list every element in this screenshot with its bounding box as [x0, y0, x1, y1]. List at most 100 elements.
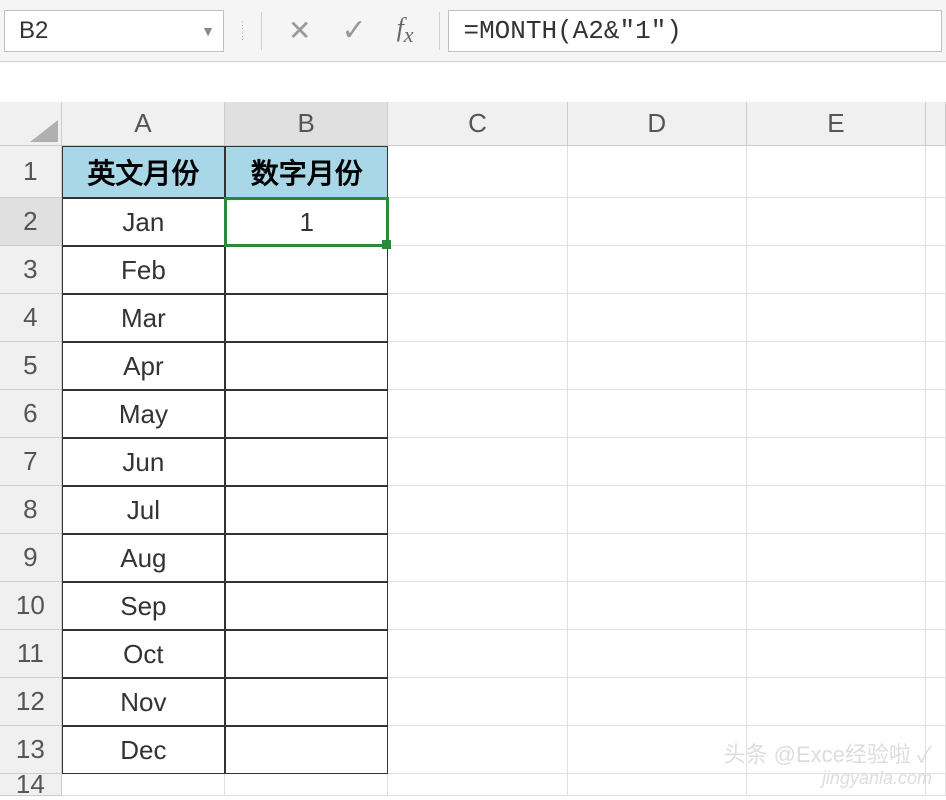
cell-B4[interactable] [225, 294, 388, 342]
cell-A10[interactable]: Sep [62, 582, 225, 630]
cell-A4[interactable]: Mar [62, 294, 225, 342]
cell-A11[interactable]: Oct [62, 630, 225, 678]
cell-C9[interactable] [388, 534, 567, 582]
cell-F11[interactable] [926, 630, 946, 678]
row-header-13[interactable]: 13 [0, 726, 62, 774]
cell-F2[interactable] [926, 198, 946, 246]
cell-F13[interactable] [926, 726, 946, 774]
cell-B14[interactable] [225, 774, 388, 796]
cell-D4[interactable] [568, 294, 747, 342]
cell-F10[interactable] [926, 582, 946, 630]
row-header-5[interactable]: 5 [0, 342, 62, 390]
name-box[interactable]: B2 ▼ [4, 10, 224, 52]
cell-B6[interactable] [225, 390, 388, 438]
col-header-D[interactable]: D [568, 102, 747, 146]
fx-icon[interactable]: fx [397, 13, 414, 48]
row-header-12[interactable]: 12 [0, 678, 62, 726]
cell-D8[interactable] [568, 486, 747, 534]
cell-E5[interactable] [747, 342, 926, 390]
cell-A6[interactable]: May [62, 390, 225, 438]
cell-F1[interactable] [926, 146, 946, 198]
cell-A3[interactable]: Feb [62, 246, 225, 294]
cell-A8[interactable]: Jul [62, 486, 225, 534]
confirm-icon[interactable]: ✓ [341, 13, 366, 48]
cell-E9[interactable] [747, 534, 926, 582]
cell-A5[interactable]: Apr [62, 342, 225, 390]
row-header-10[interactable]: 10 [0, 582, 62, 630]
cell-B1[interactable]: 数字月份 [225, 146, 388, 198]
row-header-8[interactable]: 8 [0, 486, 62, 534]
cell-A7[interactable]: Jun [62, 438, 225, 486]
cell-B8[interactable] [225, 486, 388, 534]
cell-C2[interactable] [388, 198, 567, 246]
col-header-A[interactable]: A [62, 102, 225, 146]
cell-F4[interactable] [926, 294, 946, 342]
cell-F9[interactable] [926, 534, 946, 582]
cell-D5[interactable] [568, 342, 747, 390]
row-header-1[interactable]: 1 [0, 146, 62, 198]
cell-E7[interactable] [747, 438, 926, 486]
row-header-9[interactable]: 9 [0, 534, 62, 582]
cell-E10[interactable] [747, 582, 926, 630]
cell-B7[interactable] [225, 438, 388, 486]
cell-B11[interactable] [225, 630, 388, 678]
col-header-E[interactable]: E [747, 102, 926, 146]
row-header-11[interactable]: 11 [0, 630, 62, 678]
cell-A2[interactable]: Jan [62, 198, 225, 246]
cell-F7[interactable] [926, 438, 946, 486]
cell-E1[interactable] [747, 146, 926, 198]
cell-F3[interactable] [926, 246, 946, 294]
cell-C10[interactable] [388, 582, 567, 630]
row-header-14[interactable]: 14 [0, 774, 62, 796]
cell-C1[interactable] [388, 146, 567, 198]
cell-E12[interactable] [747, 678, 926, 726]
cell-B5[interactable] [225, 342, 388, 390]
cell-B10[interactable] [225, 582, 388, 630]
cell-F12[interactable] [926, 678, 946, 726]
cell-C12[interactable] [388, 678, 567, 726]
cell-E3[interactable] [747, 246, 926, 294]
cell-D12[interactable] [568, 678, 747, 726]
cell-D9[interactable] [568, 534, 747, 582]
cell-D10[interactable] [568, 582, 747, 630]
cell-C13[interactable] [388, 726, 567, 774]
cell-A12[interactable]: Nov [62, 678, 225, 726]
cell-A9[interactable]: Aug [62, 534, 225, 582]
cell-D1[interactable] [568, 146, 747, 198]
name-box-dropdown-icon[interactable]: ▼ [193, 23, 215, 39]
cell-E2[interactable] [747, 198, 926, 246]
cell-C3[interactable] [388, 246, 567, 294]
cell-E14[interactable] [747, 774, 926, 796]
cell-F14[interactable] [926, 774, 946, 796]
cell-B2[interactable]: 1 [225, 198, 388, 246]
row-header-3[interactable]: 3 [0, 246, 62, 294]
cell-C4[interactable] [388, 294, 567, 342]
cell-D6[interactable] [568, 390, 747, 438]
cell-D2[interactable] [568, 198, 747, 246]
cell-C6[interactable] [388, 390, 567, 438]
row-header-4[interactable]: 4 [0, 294, 62, 342]
cell-C14[interactable] [388, 774, 567, 796]
cell-F6[interactable] [926, 390, 946, 438]
cell-B9[interactable] [225, 534, 388, 582]
cell-C7[interactable] [388, 438, 567, 486]
cell-D11[interactable] [568, 630, 747, 678]
cell-E8[interactable] [747, 486, 926, 534]
col-header-C[interactable]: C [388, 102, 567, 146]
cell-D3[interactable] [568, 246, 747, 294]
col-header-B[interactable]: B [225, 102, 388, 146]
select-all-corner[interactable] [0, 102, 62, 146]
cell-F5[interactable] [926, 342, 946, 390]
cell-C8[interactable] [388, 486, 567, 534]
row-header-6[interactable]: 6 [0, 390, 62, 438]
cell-E13[interactable] [747, 726, 926, 774]
cell-D13[interactable] [568, 726, 747, 774]
cell-E11[interactable] [747, 630, 926, 678]
cell-B12[interactable] [225, 678, 388, 726]
cell-B13[interactable] [225, 726, 388, 774]
cell-B3[interactable] [225, 246, 388, 294]
row-header-2[interactable]: 2 [0, 198, 62, 246]
cell-D7[interactable] [568, 438, 747, 486]
cell-A1[interactable]: 英文月份 [62, 146, 225, 198]
cell-C11[interactable] [388, 630, 567, 678]
